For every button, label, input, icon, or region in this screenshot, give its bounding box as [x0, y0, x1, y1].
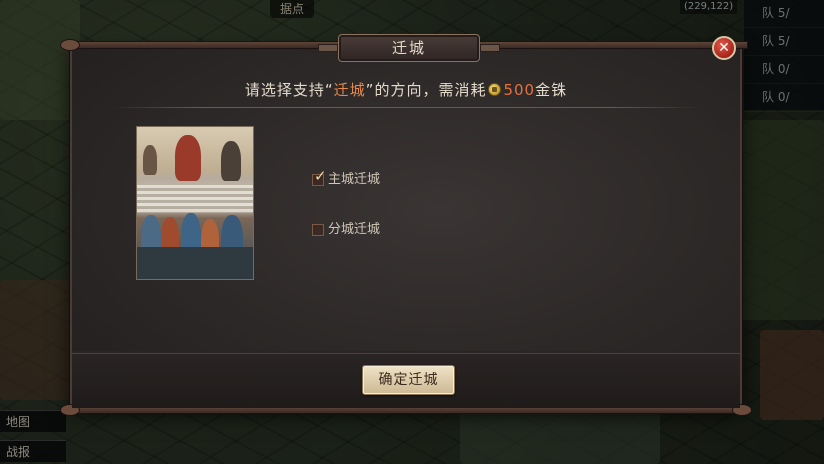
- illustration-figure: [175, 135, 201, 181]
- confirm-relocate-button[interactable]: 确定迁城: [362, 365, 455, 395]
- cost-amount: 500: [503, 81, 536, 99]
- illustration-crowd: [137, 247, 253, 279]
- close-icon: ✕: [718, 40, 730, 56]
- illustration-figure: [143, 145, 157, 175]
- close-button[interactable]: ✕: [712, 36, 736, 60]
- checkmark-icon: ✓: [314, 167, 327, 185]
- illustration-steps: [137, 185, 253, 213]
- gold-coin-icon: [488, 83, 502, 96]
- dialog-title: 迁城: [338, 34, 480, 62]
- divider: [112, 107, 700, 108]
- frame-ornament: [60, 39, 80, 51]
- city-relocation-illustration: [136, 126, 254, 280]
- prompt-highlight: 迁城: [333, 81, 366, 99]
- title-ornament: [480, 44, 500, 52]
- option-label: 分城迁城: [328, 222, 381, 237]
- option-main-city[interactable]: ✓ 主城迁城: [312, 169, 381, 189]
- illustration-figure: [221, 141, 241, 181]
- currency-name: 金铢: [535, 81, 568, 99]
- main-city-checkbox[interactable]: ✓: [312, 169, 327, 186]
- prompt-text: ”的方向，需消耗: [365, 81, 487, 99]
- option-branch-city[interactable]: 分城迁城: [312, 221, 380, 239]
- footer-divider: [72, 353, 740, 354]
- branch-city-checkbox[interactable]: [312, 224, 324, 236]
- relocate-city-dialog: 迁城 ✕ 请选择支持“迁城”的方向，需消耗 500金铢 ✓ 主城迁城 分城迁城 确…: [60, 34, 752, 416]
- relocate-prompt: 请选择支持“迁城”的方向，需消耗 500金铢: [72, 79, 740, 100]
- prompt-text: 请选择支持“: [244, 81, 334, 99]
- title-ornament: [318, 44, 338, 52]
- option-label: 主城迁城: [328, 172, 381, 187]
